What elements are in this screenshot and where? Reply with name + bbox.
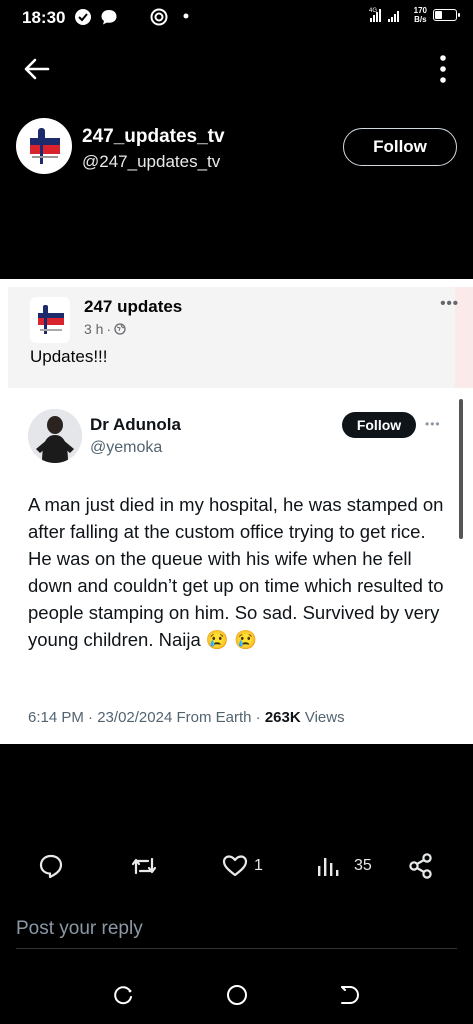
views-count: 35 [354, 857, 372, 874]
notification-badge-icon [75, 9, 91, 25]
home-icon[interactable] [225, 983, 249, 1007]
reply-divider [16, 948, 457, 949]
network-speed-unit: B/s [414, 15, 427, 24]
reply-button[interactable] [38, 852, 64, 880]
fb-post-time: 3 h · [84, 321, 126, 337]
status-right: 4G 170 B/s [368, 6, 460, 24]
tweet-author-name: Dr Adunola [90, 415, 181, 434]
247-logo-small-icon [38, 305, 64, 334]
system-navigation-bar [0, 975, 473, 1015]
recents-icon[interactable] [112, 983, 136, 1007]
tweet-meta: 6:14 PM · 23/02/2024 From Earth · 263K V… [28, 709, 345, 726]
sync-app-icon [150, 8, 168, 26]
fb-post-text: Updates!!! [30, 347, 108, 366]
like-button[interactable]: 1 [222, 852, 263, 880]
status-bar: 18:30 4G 170 B/s [0, 0, 473, 34]
tweet-source: From Earth [176, 709, 252, 726]
profile-name[interactable]: 247_updates_tv [82, 126, 225, 148]
247-logo-icon [30, 128, 60, 164]
post-media-image[interactable]: 247 updates 3 h · ••• Updates!!! Dr Adun… [0, 279, 473, 744]
separator-dot: · [88, 709, 98, 726]
analytics-icon [318, 858, 339, 876]
share-button[interactable] [408, 852, 434, 880]
tweet-follow-button: Follow [342, 412, 416, 438]
reply-input[interactable] [16, 914, 457, 944]
battery-level [435, 11, 442, 19]
separator-dot: · [106, 321, 112, 337]
signal-icon: 4G [369, 8, 399, 22]
network-speed-value: 170 [413, 6, 427, 15]
profile-avatar[interactable] [16, 118, 72, 174]
clock: 18:30 [22, 8, 66, 27]
reply-icon [39, 854, 63, 879]
repost-button[interactable] [130, 852, 158, 880]
views-button[interactable]: 35 [316, 852, 372, 880]
arrow-left-icon[interactable] [22, 55, 52, 83]
share-icon [409, 853, 432, 879]
tweet-author-avatar [28, 409, 82, 463]
tweet-time: 6:14 PM [28, 709, 84, 726]
repost-icon [131, 857, 157, 875]
tweet-date: 23/02/2024 [97, 709, 173, 726]
fb-page-avatar [30, 297, 70, 343]
back-icon[interactable] [336, 983, 360, 1007]
like-count: 1 [254, 857, 263, 874]
post-actions-bar: 1 35 [0, 846, 473, 886]
separator-dot: · [255, 709, 265, 726]
fb-page-name: 247 updates [84, 297, 183, 316]
more-vertical-icon[interactable] [439, 54, 447, 84]
chat-bubble-icon [101, 10, 117, 25]
globe-icon [114, 323, 126, 335]
tweet-more-icon: ••• [425, 417, 441, 431]
fb-more-icon: ••• [440, 295, 459, 312]
network-speed: 170 B/s [414, 6, 427, 24]
scrollbar [459, 399, 463, 539]
tweet-views-count: 263K [264, 709, 301, 726]
follow-button[interactable]: Follow [343, 128, 457, 166]
person-photo [28, 409, 82, 463]
fb-time-text: 3 h [84, 321, 104, 337]
profile-handle[interactable]: @247_updates_tv [82, 152, 220, 172]
tweet-views-label: Views [304, 709, 345, 726]
tweet-body: A man just died in my hospital, he was s… [28, 494, 444, 650]
heart-icon [222, 855, 248, 877]
tweet-author-handle: @yemoka [90, 439, 163, 456]
facebook-post-card [8, 287, 458, 388]
dot-icon [183, 13, 189, 19]
battery-icon [433, 9, 460, 21]
